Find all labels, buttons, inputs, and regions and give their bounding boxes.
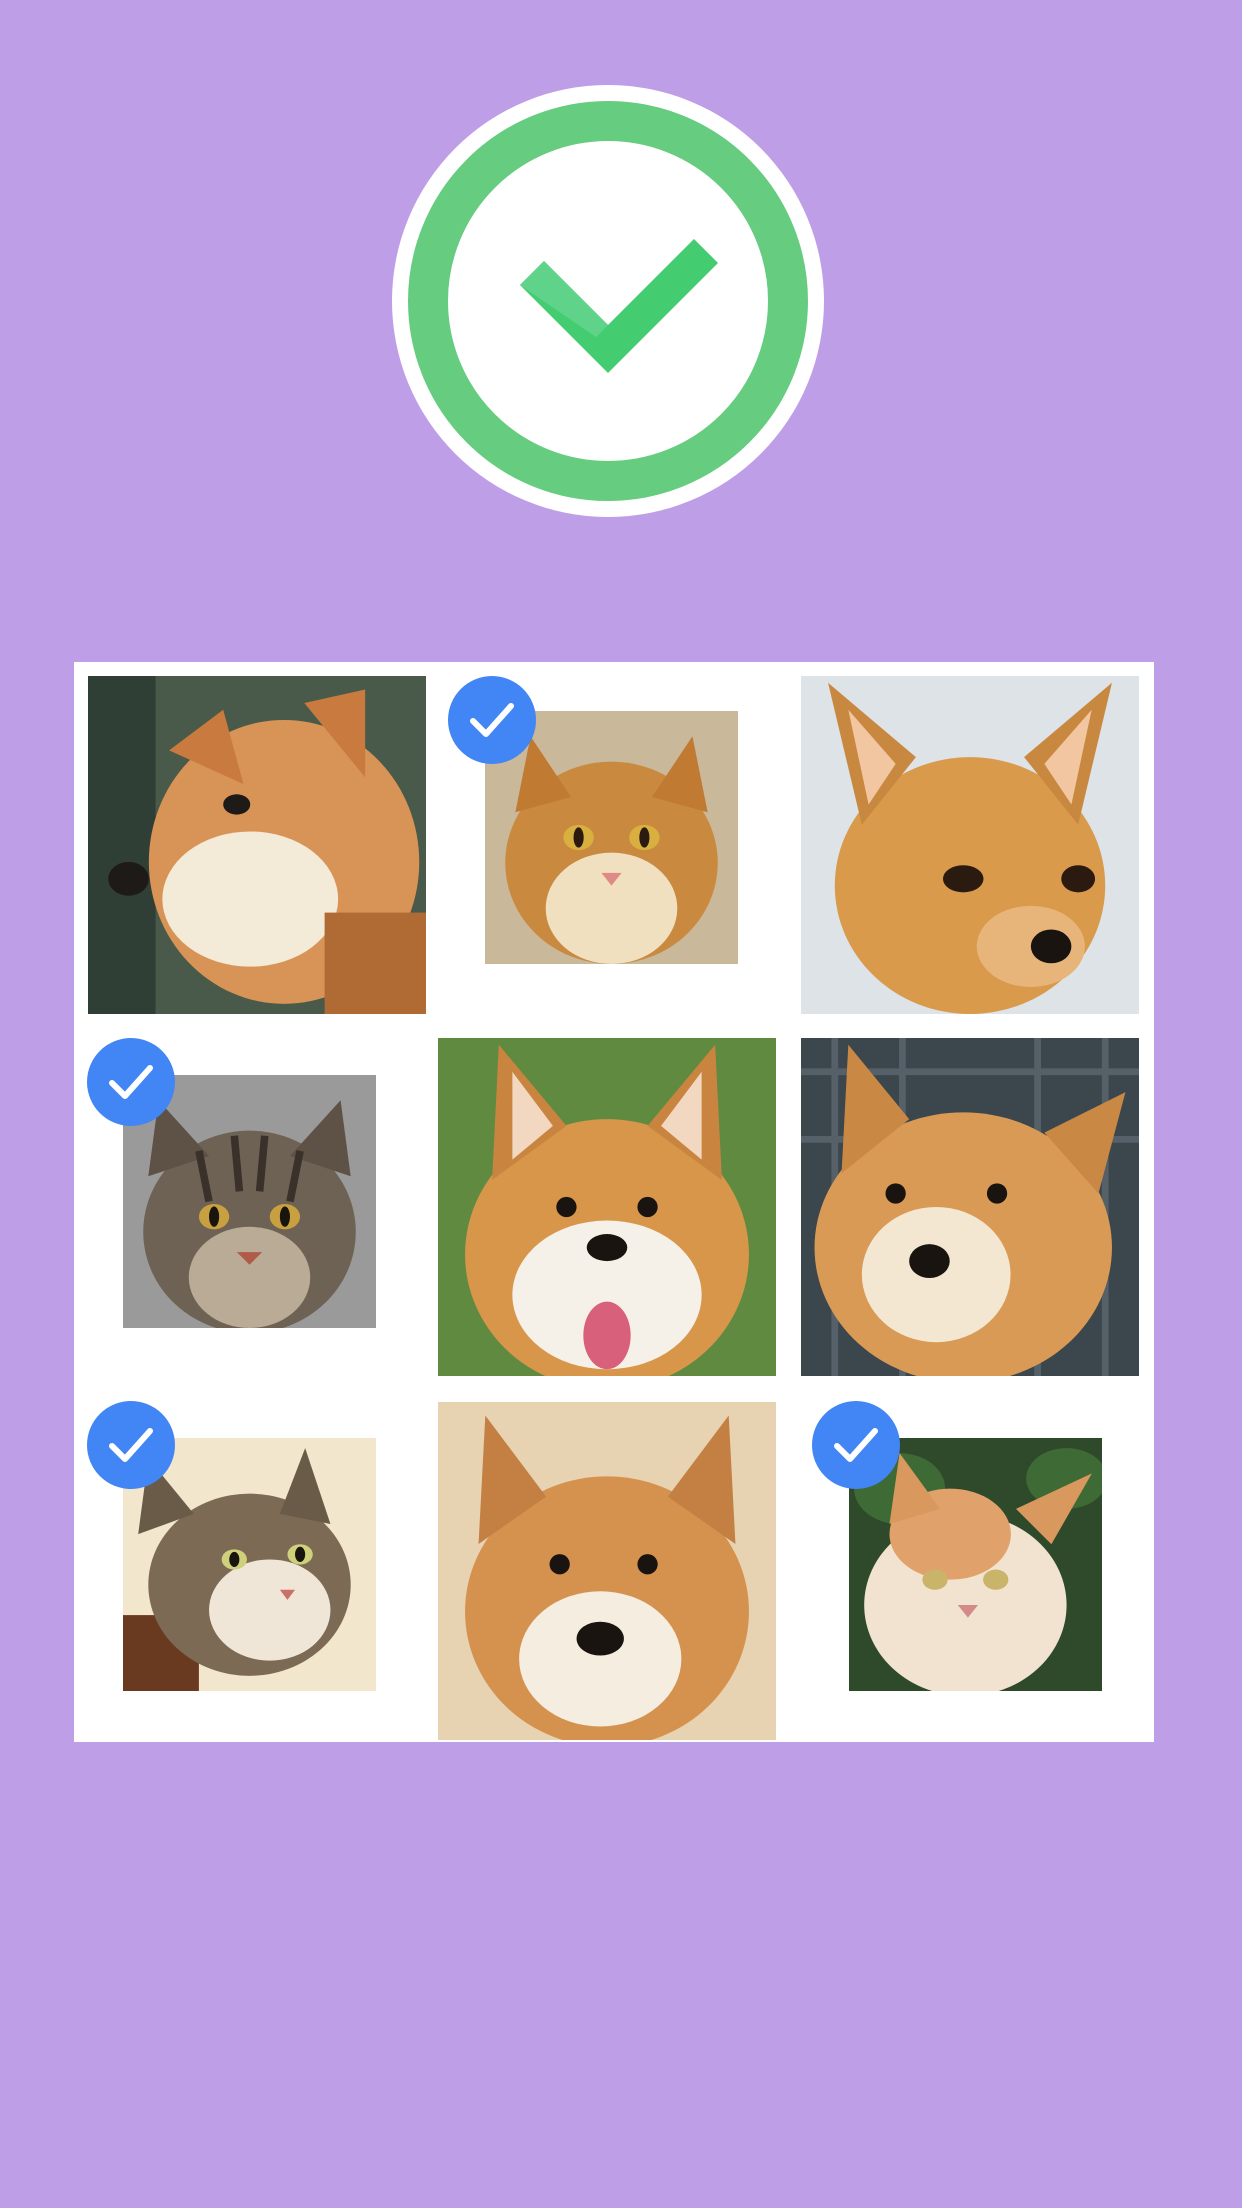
tile-orange-white-cat-check-badge[interactable] bbox=[812, 1401, 900, 1489]
checkmark-icon bbox=[109, 1428, 153, 1462]
tile-shiba-inu-dog-2[interactable] bbox=[801, 1038, 1139, 1376]
tile-orange-tabby-cat-check-badge[interactable] bbox=[448, 676, 536, 764]
check-circle-icon bbox=[408, 101, 808, 501]
checkmark-icon bbox=[470, 703, 514, 737]
checkmark-icon bbox=[834, 1428, 878, 1462]
captcha-image-grid bbox=[74, 662, 1154, 1742]
shiba-dog-photo bbox=[438, 1402, 776, 1740]
tile-tabby-kitten-check-badge[interactable] bbox=[87, 1401, 175, 1489]
corgi-dog-photo bbox=[438, 1038, 776, 1376]
tile-corgi-dog[interactable] bbox=[438, 1038, 776, 1376]
checkmark-icon bbox=[109, 1065, 153, 1099]
shiba-dog-photo bbox=[801, 1038, 1139, 1376]
shiba-dog-photo bbox=[88, 676, 426, 1014]
tile-chihuahua-dog[interactable] bbox=[801, 676, 1139, 1014]
tile-shiba-inu-dog-1[interactable] bbox=[88, 676, 426, 1014]
tile-shiba-inu-dog-3[interactable] bbox=[438, 1402, 776, 1740]
tile-gray-tabby-cat-check-badge[interactable] bbox=[87, 1038, 175, 1126]
chihuahua-dog-photo bbox=[801, 676, 1139, 1014]
success-badge bbox=[392, 85, 824, 517]
